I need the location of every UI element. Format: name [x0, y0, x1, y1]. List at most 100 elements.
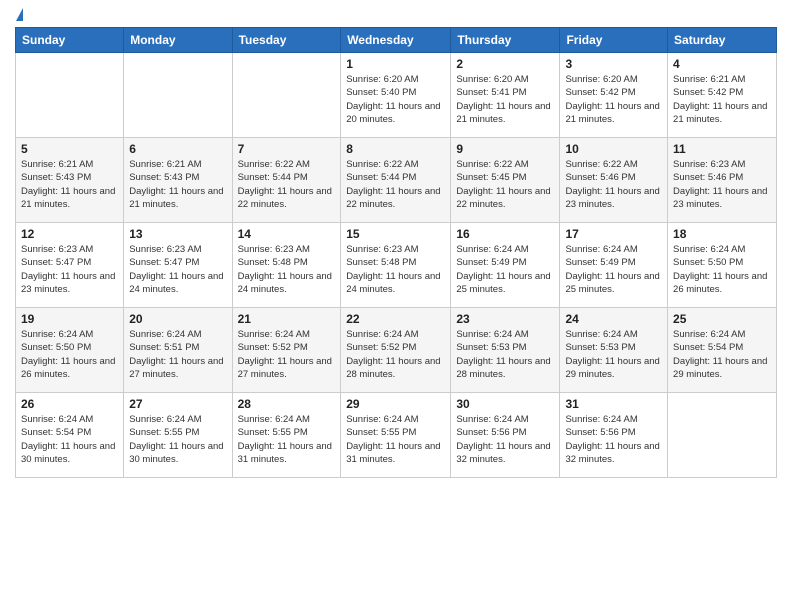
page: SundayMondayTuesdayWednesdayThursdayFrid…	[0, 0, 792, 612]
calendar-week-row: 5Sunrise: 6:21 AM Sunset: 5:43 PM Daylig…	[16, 138, 777, 223]
day-info: Sunrise: 6:24 AM Sunset: 5:52 PM Dayligh…	[346, 328, 445, 381]
day-info: Sunrise: 6:23 AM Sunset: 5:47 PM Dayligh…	[129, 243, 226, 296]
day-info: Sunrise: 6:23 AM Sunset: 5:48 PM Dayligh…	[346, 243, 445, 296]
calendar-week-row: 1Sunrise: 6:20 AM Sunset: 5:40 PM Daylig…	[16, 53, 777, 138]
day-info: Sunrise: 6:23 AM Sunset: 5:47 PM Dayligh…	[21, 243, 118, 296]
day-number: 20	[129, 312, 226, 326]
calendar-cell: 5Sunrise: 6:21 AM Sunset: 5:43 PM Daylig…	[16, 138, 124, 223]
day-number: 6	[129, 142, 226, 156]
day-info: Sunrise: 6:24 AM Sunset: 5:55 PM Dayligh…	[238, 413, 336, 466]
day-number: 27	[129, 397, 226, 411]
day-number: 31	[565, 397, 662, 411]
day-number: 17	[565, 227, 662, 241]
day-info: Sunrise: 6:24 AM Sunset: 5:51 PM Dayligh…	[129, 328, 226, 381]
day-info: Sunrise: 6:22 AM Sunset: 5:45 PM Dayligh…	[456, 158, 554, 211]
day-number: 13	[129, 227, 226, 241]
day-number: 26	[21, 397, 118, 411]
calendar-cell: 15 Sunrise: 6:23 AM Sunset: 5:48 PM Dayli…	[341, 223, 451, 308]
calendar-table: SundayMondayTuesdayWednesdayThursdayFrid…	[15, 27, 777, 478]
logo-icon	[16, 8, 23, 21]
calendar-cell: 25 Sunrise: 6:24 AM Sunset: 5:54 PM Dayli…	[668, 308, 777, 393]
day-number: 12	[21, 227, 118, 241]
logo	[15, 10, 24, 19]
day-info: Sunrise: 6:22 AM Sunset: 5:44 PM Dayligh…	[238, 158, 336, 211]
calendar-cell: 22 Sunrise: 6:24 AM Sunset: 5:52 PM Dayli…	[341, 308, 451, 393]
calendar-cell: 26 Sunrise: 6:24 AM Sunset: 5:54 PM Dayli…	[16, 393, 124, 478]
calendar-cell: 11Sunrise: 6:23 AM Sunset: 5:46 PM Dayli…	[668, 138, 777, 223]
day-info: Sunrise: 6:24 AM Sunset: 5:50 PM Dayligh…	[21, 328, 118, 381]
calendar-cell: 14Sunrise: 6:23 AM Sunset: 5:48 PM Dayli…	[232, 223, 341, 308]
calendar-cell	[16, 53, 124, 138]
calendar-cell: 17Sunrise: 6:24 AM Sunset: 5:49 PM Dayli…	[560, 223, 668, 308]
calendar-week-row: 19 Sunrise: 6:24 AM Sunset: 5:50 PM Dayli…	[16, 308, 777, 393]
calendar-cell: 7Sunrise: 6:22 AM Sunset: 5:44 PM Daylig…	[232, 138, 341, 223]
day-info: Sunrise: 6:20 AM Sunset: 5:41 PM Dayligh…	[456, 73, 554, 126]
day-number: 29	[346, 397, 445, 411]
day-info: Sunrise: 6:24 AM Sunset: 5:53 PM Dayligh…	[565, 328, 662, 381]
day-number: 19	[21, 312, 118, 326]
day-info: Sunrise: 6:20 AM Sunset: 5:42 PM Dayligh…	[565, 73, 662, 126]
header-row: SundayMondayTuesdayWednesdayThursdayFrid…	[16, 28, 777, 53]
day-info: Sunrise: 6:24 AM Sunset: 5:53 PM Dayligh…	[456, 328, 554, 381]
day-info: Sunrise: 6:24 AM Sunset: 5:55 PM Dayligh…	[129, 413, 226, 466]
calendar-cell: 3Sunrise: 6:20 AM Sunset: 5:42 PM Daylig…	[560, 53, 668, 138]
calendar-cell: 27 Sunrise: 6:24 AM Sunset: 5:55 PM Dayli…	[124, 393, 232, 478]
day-info: Sunrise: 6:21 AM Sunset: 5:42 PM Dayligh…	[673, 73, 771, 126]
day-number: 15	[346, 227, 445, 241]
day-number: 1	[346, 57, 445, 71]
day-info: Sunrise: 6:24 AM Sunset: 5:54 PM Dayligh…	[673, 328, 771, 381]
day-info: Sunrise: 6:24 AM Sunset: 5:52 PM Dayligh…	[238, 328, 336, 381]
day-number: 21	[238, 312, 336, 326]
calendar-cell: 28 Sunrise: 6:24 AM Sunset: 5:55 PM Dayli…	[232, 393, 341, 478]
day-number: 8	[346, 142, 445, 156]
weekday-header: Friday	[560, 28, 668, 53]
day-info: Sunrise: 6:24 AM Sunset: 5:55 PM Dayligh…	[346, 413, 445, 466]
calendar-cell: 1Sunrise: 6:20 AM Sunset: 5:40 PM Daylig…	[341, 53, 451, 138]
day-number: 18	[673, 227, 771, 241]
weekday-header: Tuesday	[232, 28, 341, 53]
day-number: 14	[238, 227, 336, 241]
day-number: 16	[456, 227, 554, 241]
day-number: 23	[456, 312, 554, 326]
calendar-cell: 19 Sunrise: 6:24 AM Sunset: 5:50 PM Dayli…	[16, 308, 124, 393]
calendar-cell: 12 Sunrise: 6:23 AM Sunset: 5:47 PM Dayli…	[16, 223, 124, 308]
weekday-header: Monday	[124, 28, 232, 53]
day-info: Sunrise: 6:24 AM Sunset: 5:54 PM Dayligh…	[21, 413, 118, 466]
calendar-cell	[668, 393, 777, 478]
calendar-cell: 29 Sunrise: 6:24 AM Sunset: 5:55 PM Dayli…	[341, 393, 451, 478]
day-number: 5	[21, 142, 118, 156]
weekday-header: Thursday	[451, 28, 560, 53]
calendar-cell: 13 Sunrise: 6:23 AM Sunset: 5:47 PM Dayli…	[124, 223, 232, 308]
calendar-cell: 21 Sunrise: 6:24 AM Sunset: 5:52 PM Dayli…	[232, 308, 341, 393]
day-info: Sunrise: 6:22 AM Sunset: 5:46 PM Dayligh…	[565, 158, 662, 211]
calendar-cell: 24Sunrise: 6:24 AM Sunset: 5:53 PM Dayli…	[560, 308, 668, 393]
calendar-cell: 20 Sunrise: 6:24 AM Sunset: 5:51 PM Dayli…	[124, 308, 232, 393]
day-info: Sunrise: 6:22 AM Sunset: 5:44 PM Dayligh…	[346, 158, 445, 211]
weekday-header: Wednesday	[341, 28, 451, 53]
calendar-header: SundayMondayTuesdayWednesdayThursdayFrid…	[16, 28, 777, 53]
day-number: 28	[238, 397, 336, 411]
day-number: 10	[565, 142, 662, 156]
weekday-header: Sunday	[16, 28, 124, 53]
calendar-cell: 8 Sunrise: 6:22 AM Sunset: 5:44 PM Daylig…	[341, 138, 451, 223]
day-number: 11	[673, 142, 771, 156]
calendar-cell: 18Sunrise: 6:24 AM Sunset: 5:50 PM Dayli…	[668, 223, 777, 308]
calendar-cell: 23 Sunrise: 6:24 AM Sunset: 5:53 PM Dayli…	[451, 308, 560, 393]
calendar-cell: 16 Sunrise: 6:24 AM Sunset: 5:49 PM Dayli…	[451, 223, 560, 308]
calendar-cell	[124, 53, 232, 138]
calendar-week-row: 12 Sunrise: 6:23 AM Sunset: 5:47 PM Dayli…	[16, 223, 777, 308]
calendar-week-row: 26 Sunrise: 6:24 AM Sunset: 5:54 PM Dayli…	[16, 393, 777, 478]
day-number: 22	[346, 312, 445, 326]
day-number: 25	[673, 312, 771, 326]
calendar-cell: 6Sunrise: 6:21 AM Sunset: 5:43 PM Daylig…	[124, 138, 232, 223]
calendar-body: 1Sunrise: 6:20 AM Sunset: 5:40 PM Daylig…	[16, 53, 777, 478]
calendar-cell: 9Sunrise: 6:22 AM Sunset: 5:45 PM Daylig…	[451, 138, 560, 223]
calendar-cell: 4 Sunrise: 6:21 AM Sunset: 5:42 PM Daylig…	[668, 53, 777, 138]
calendar-cell: 30Sunrise: 6:24 AM Sunset: 5:56 PM Dayli…	[451, 393, 560, 478]
calendar-cell: 2 Sunrise: 6:20 AM Sunset: 5:41 PM Daylig…	[451, 53, 560, 138]
day-number: 4	[673, 57, 771, 71]
day-info: Sunrise: 6:24 AM Sunset: 5:56 PM Dayligh…	[565, 413, 662, 466]
day-info: Sunrise: 6:24 AM Sunset: 5:49 PM Dayligh…	[456, 243, 554, 296]
calendar-cell: 10 Sunrise: 6:22 AM Sunset: 5:46 PM Dayli…	[560, 138, 668, 223]
day-number: 2	[456, 57, 554, 71]
